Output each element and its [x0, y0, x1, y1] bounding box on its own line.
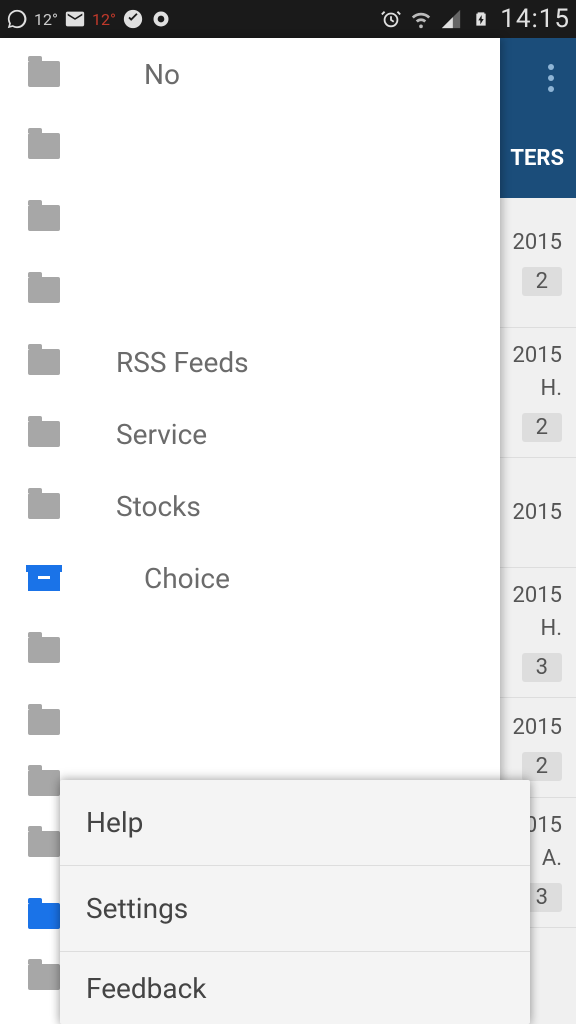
row-badge: 2 [522, 413, 562, 442]
drawer-item-label: Promin [116, 274, 206, 307]
popup-item-label: Help [86, 806, 143, 839]
row-badge: 3 [522, 653, 562, 682]
folder-icon [28, 61, 60, 87]
popup-item-label: Settings [86, 892, 188, 925]
drawer-item[interactable]: Milodo [0, 182, 500, 254]
row-date: 2015 [513, 715, 562, 740]
overflow-menu-icon[interactable] [548, 64, 554, 92]
whatsapp-icon [6, 8, 28, 30]
folder-icon [28, 964, 60, 990]
folder-icon [28, 770, 60, 796]
row-sub: H. [541, 616, 563, 641]
folder-icon [28, 349, 60, 375]
status-time: 14:15 [500, 4, 570, 34]
drawer-item-service[interactable]: Service [0, 398, 500, 470]
drawer-item-label: Choice [144, 562, 230, 595]
filters-tab-label: TERS [510, 146, 564, 171]
status-right: 14:15 [380, 4, 570, 34]
folder-icon [28, 637, 60, 663]
folder-icon [28, 831, 60, 857]
popup-item-help[interactable]: Help [60, 780, 530, 866]
drawer-item[interactable]: Indus [0, 110, 500, 182]
archive-icon [28, 565, 60, 591]
drawer-item-rss-feeds[interactable]: RSS Feeds [0, 326, 500, 398]
drawer-item-label: Service [116, 418, 207, 451]
gmail-icon [64, 8, 86, 30]
status-temp-1: 12° [34, 10, 58, 29]
check-circle-icon [122, 8, 144, 30]
drawer-item-label: Agto [144, 634, 203, 667]
row-sub: H. [541, 376, 563, 401]
popup-item-settings[interactable]: Settings [60, 866, 530, 952]
folder-icon [28, 205, 60, 231]
battery-charging-icon [470, 8, 492, 30]
drawer-item-choice[interactable]: Choice [0, 542, 500, 614]
record-icon [150, 8, 172, 30]
drawer-item-label: RSS Feeds [116, 346, 249, 379]
drawer-item[interactable]: Promin [0, 254, 500, 326]
drawer-item-label: Stocks [116, 490, 201, 523]
folder-icon [28, 903, 60, 929]
row-badge: 2 [522, 267, 562, 296]
wifi-icon [410, 8, 432, 30]
row-sub: A. [542, 846, 562, 871]
drawer-item[interactable]: Choices [0, 686, 500, 758]
status-temp-2: 12° [92, 10, 116, 29]
status-bar: 12° 12° 14:15 [0, 0, 576, 38]
popup-item-label: Feedback [86, 972, 206, 1005]
signal-icon [440, 8, 462, 30]
drawer-item-label: Choices [144, 706, 244, 739]
drawer-item-stocks[interactable]: Stocks [0, 470, 500, 542]
folder-icon [28, 133, 60, 159]
overflow-popup-menu: Help Settings Feedback [60, 780, 530, 1024]
popup-item-feedback[interactable]: Feedback [60, 952, 530, 1024]
row-date: 2015 [513, 500, 562, 525]
folder-icon [28, 493, 60, 519]
drawer-item-label: Milodo [116, 202, 202, 235]
drawer-item-label: Indus [116, 130, 185, 163]
drawer-item[interactable]: Agto [0, 614, 500, 686]
drawer-item-no[interactable]: No [0, 38, 500, 110]
drawer-item-label: No [144, 58, 180, 91]
row-date: 2015 [513, 343, 562, 368]
status-left: 12° 12° [6, 8, 172, 30]
row-date: 2015 [513, 583, 562, 608]
row-badge: 2 [522, 752, 562, 781]
folder-icon [28, 709, 60, 735]
alarm-icon [380, 8, 402, 30]
row-date: 2015 [513, 230, 562, 255]
folder-icon [28, 421, 60, 447]
folder-icon [28, 277, 60, 303]
